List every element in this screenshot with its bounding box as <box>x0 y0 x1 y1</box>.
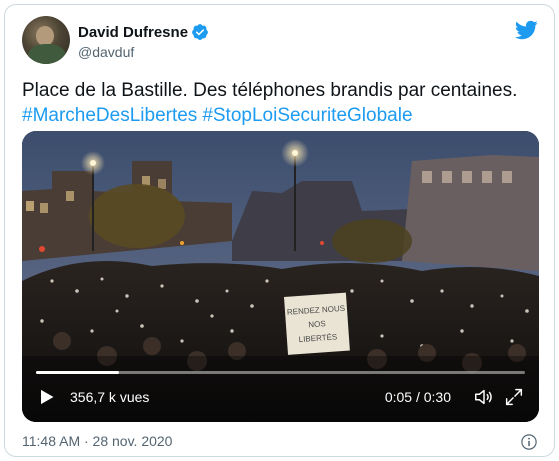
info-icon[interactable] <box>520 433 538 451</box>
play-icon[interactable] <box>36 387 56 407</box>
twitter-bird-icon[interactable] <box>514 18 538 42</box>
hashtag-link[interactable]: #MarcheDesLibertes <box>22 105 197 126</box>
tweet-header: David Dufresne @davduf <box>22 16 540 68</box>
video-player[interactable]: RENDEZ NOUS NOS LIBERTÉS 356,7 k vues 0:… <box>22 131 539 422</box>
tweet-body: Place de la Bastille. Des téléphones bra… <box>22 80 518 101</box>
fullscreen-icon[interactable] <box>503 386 525 408</box>
progress-fill <box>36 371 120 374</box>
author-name[interactable]: David Dufresne <box>78 24 188 41</box>
tweet-text: Place de la Bastille. Des téléphones bra… <box>22 78 542 128</box>
video-time: 0:05 / 0:30 <box>384 389 451 405</box>
hashtag-row: #MarcheDesLibertes #StopLoiSecuriteGlobal… <box>22 103 542 128</box>
video-frame: RENDEZ NOUS NOS LIBERTÉS <box>22 131 539 422</box>
view-count: 356,7 k vues <box>70 389 150 405</box>
tweet-card[interactable]: David Dufresne @davduf Place de la Basti… <box>4 4 555 457</box>
tweet-footer: 11:48 AM · 28 nov. 2020 <box>22 433 540 453</box>
volume-icon[interactable] <box>473 386 495 408</box>
hashtag-link[interactable]: #StopLoiSecuriteGlobale <box>202 105 412 126</box>
author-info: David Dufresne @davduf <box>78 23 209 60</box>
verified-badge-icon <box>192 24 208 40</box>
progress-bar[interactable] <box>36 371 525 374</box>
sign-line-2: NOS <box>308 319 326 329</box>
avatar[interactable] <box>22 16 70 64</box>
tweet-timestamp[interactable]: 11:48 AM · 28 nov. 2020 <box>22 433 172 449</box>
video-controls: 356,7 k vues 0:05 / 0:30 <box>36 383 525 411</box>
author-handle[interactable]: @davduf <box>78 44 209 60</box>
